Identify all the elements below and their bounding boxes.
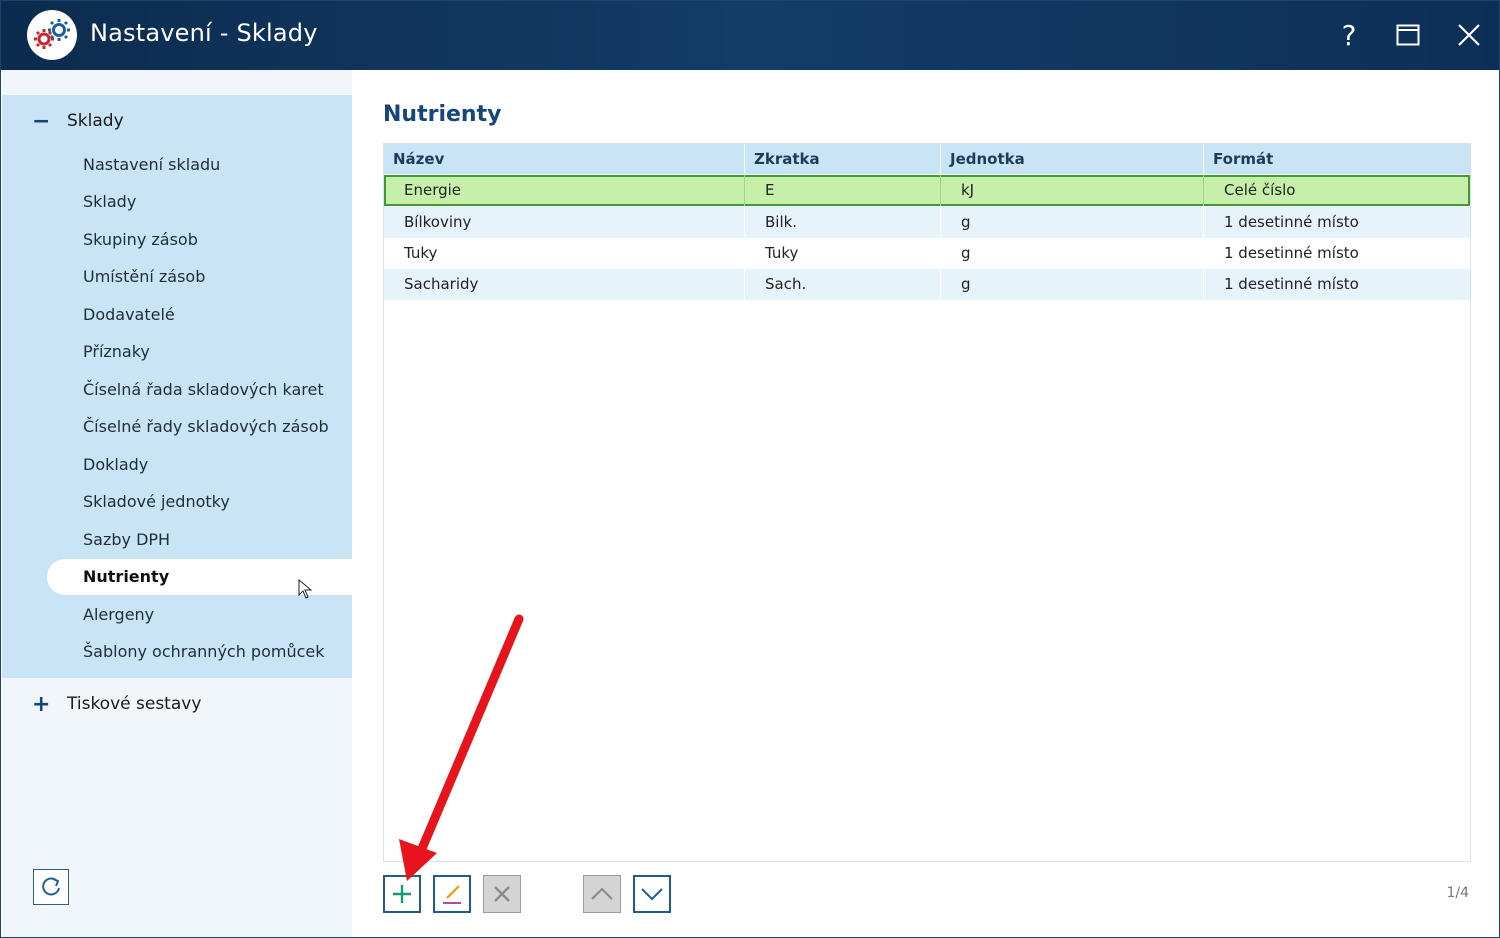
- column-header-format[interactable]: Formát: [1204, 144, 1470, 174]
- sidebar-item-sablony-pomucek[interactable]: Šablony ochranných pomůcek: [83, 634, 325, 670]
- cell-zkratka: Bilk.: [745, 207, 941, 238]
- column-header-nazev[interactable]: Název: [384, 144, 745, 174]
- refresh-icon: [42, 877, 60, 896]
- page-title: Nutrienty: [383, 102, 502, 127]
- app-gears-logo-icon: [27, 10, 77, 60]
- sidebar-item-nastaveni-skladu[interactable]: Nastavení skladu: [83, 147, 220, 183]
- cell-format: 1 desetinné místo: [1224, 213, 1359, 231]
- refresh-button[interactable]: [33, 869, 69, 905]
- chevron-up-icon: [591, 887, 613, 900]
- maximize-button[interactable]: [1388, 15, 1428, 55]
- cell-nazev: Tuky: [384, 238, 745, 269]
- column-header-zkratka[interactable]: Zkratka: [745, 144, 941, 174]
- window-title: Nastavení - Sklady: [90, 19, 318, 47]
- delete-button[interactable]: [483, 875, 521, 913]
- help-icon: ?: [1341, 18, 1357, 52]
- table-row[interactable]: Energie E kJ Celé číslo: [384, 175, 1470, 206]
- settings-window: Nastavení - Sklady ? − Sklady Nastavení …: [0, 0, 1500, 938]
- cell-nazev: Bílkoviny: [384, 207, 745, 238]
- cell-nazev: Sacharidy: [384, 269, 745, 300]
- sidebar-item-dodavatele[interactable]: Dodavatelé: [83, 297, 175, 333]
- cell-jednotka: kJ: [941, 175, 1204, 206]
- table-row[interactable]: Tuky Tuky g 1 desetinné místo: [384, 238, 1470, 269]
- cell-jednotka: g: [941, 207, 1204, 238]
- expand-plus-icon: +: [32, 691, 51, 717]
- cell-format: 1 desetinné místo: [1224, 244, 1359, 262]
- sidebar-item-alergeny[interactable]: Alergeny: [83, 597, 154, 633]
- sidebar-item-sazby-dph[interactable]: Sazby DPH: [83, 522, 170, 558]
- sidebar-item-skladove-jednotky[interactable]: Skladové jednotky: [83, 484, 230, 520]
- sidebar-item-skupiny-zasob[interactable]: Skupiny zásob: [83, 222, 198, 258]
- sidebar-group-sklady: − Sklady Nastavení skladu Sklady Skupiny…: [2, 95, 352, 678]
- sidebar-item-umisteni-zasob[interactable]: Umístění zásob: [83, 259, 205, 295]
- table-row[interactable]: Sacharidy Sach. g 1 desetinné místo: [384, 269, 1470, 300]
- cell-zkratka: E: [745, 175, 941, 206]
- sidebar-item-nutrienty[interactable]: Nutrienty: [47, 559, 352, 595]
- sidebar-group-label: Sklady: [67, 111, 124, 131]
- sidebar-group-tiskove-sestavy[interactable]: + Tiskové sestavy: [2, 684, 352, 724]
- table-header: Název Zkratka Jednotka Formát: [384, 144, 1470, 174]
- help-button[interactable]: ?: [1329, 15, 1369, 55]
- sidebar-group-sklady-toggle[interactable]: − Sklady: [2, 101, 352, 141]
- plus-icon: [393, 885, 411, 903]
- record-counter: 1/4: [1446, 885, 1469, 901]
- table-row[interactable]: Bílkoviny Bilk. g 1 desetinné místo: [384, 207, 1470, 238]
- sidebar-item-doklady[interactable]: Doklady: [83, 447, 148, 483]
- cell-format: 1 desetinné místo: [1224, 275, 1359, 293]
- chevron-down-icon: [641, 888, 663, 901]
- cell-format: Celé číslo: [1224, 181, 1296, 199]
- sidebar-item-priznaky[interactable]: Příznaky: [83, 334, 150, 370]
- column-header-jednotka[interactable]: Jednotka: [941, 144, 1204, 174]
- edit-button[interactable]: [433, 875, 471, 913]
- collapse-minus-icon: −: [32, 108, 51, 134]
- close-button[interactable]: [1449, 15, 1489, 55]
- sidebar-item-ciselne-rady-zasob[interactable]: Číselné řady skladových zásob: [83, 409, 329, 445]
- cell-zkratka: Sach.: [745, 269, 941, 300]
- cell-jednotka: g: [941, 269, 1204, 300]
- add-button[interactable]: [383, 875, 421, 913]
- pencil-icon: [443, 885, 461, 904]
- close-icon: [1458, 24, 1480, 46]
- cell-nazev: Energie: [384, 175, 745, 206]
- cell-zkratka: Tuky: [745, 238, 941, 269]
- delete-x-icon: [494, 886, 510, 902]
- nutrients-table: Název Zkratka Jednotka Formát Energie E …: [383, 143, 1471, 862]
- move-down-button[interactable]: [633, 875, 671, 913]
- maximize-icon: [1396, 24, 1420, 46]
- title-bar: Nastavení - Sklady ?: [1, 1, 1499, 70]
- sidebar-item-sklady[interactable]: Sklady: [83, 184, 136, 220]
- move-up-button[interactable]: [583, 875, 621, 913]
- sidebar-group-label: Tiskové sestavy: [67, 694, 202, 714]
- sidebar-item-ciselna-rada-karet[interactable]: Číselná řada skladových karet: [83, 372, 324, 408]
- cell-jednotka: g: [941, 238, 1204, 269]
- settings-sidebar: − Sklady Nastavení skladu Sklady Skupiny…: [2, 70, 352, 937]
